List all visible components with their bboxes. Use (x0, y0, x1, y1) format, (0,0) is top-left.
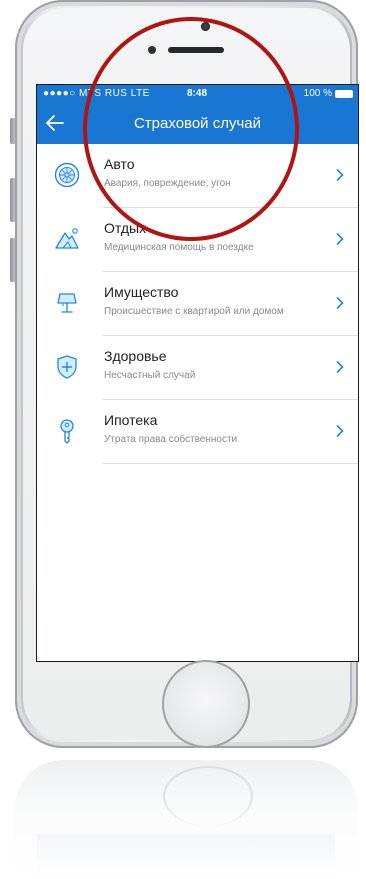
lamp-icon (57, 293, 77, 313)
chevron-right-icon (336, 425, 344, 437)
navigation-bar: Страховой случай (37, 103, 358, 144)
item-title: Здоровье (104, 348, 167, 364)
insurance-category-list: Авто Авария, повреждение, угон Отдых Мед… (37, 144, 358, 464)
item-title: Имущество (104, 284, 179, 300)
list-item-mortgage[interactable]: Ипотека Утрата права собственности (37, 400, 358, 464)
list-item-health[interactable]: Здоровье Несчастный случай (37, 336, 358, 400)
list-item-travel[interactable]: Отдых Медицинская помощь в поездке (37, 208, 358, 272)
front-camera (201, 22, 210, 31)
earpiece-speaker (168, 47, 224, 53)
app-screen: ●●●●○ MTS RUS LTE 8:48 100 % Страховой с… (36, 84, 359, 662)
carrier-signal: ●●●●○ MTS RUS LTE (43, 88, 150, 99)
mountain-icon (55, 228, 79, 249)
item-subtitle: Авария, повреждение, угон (104, 178, 231, 189)
list-item-property[interactable]: Имущество Происшествие с квартирой или д… (37, 272, 358, 336)
chevron-right-icon (336, 361, 344, 373)
car-wheel-icon (54, 162, 80, 188)
reflection-screen (37, 834, 335, 879)
phone-reflection (15, 760, 358, 879)
battery-percent: 100 % (303, 88, 332, 99)
chevron-right-icon (336, 233, 344, 245)
item-subtitle: Медицинская помощь в поездке (104, 242, 254, 253)
page-title: Страховой случай (133, 115, 262, 132)
shield-plus-icon (57, 355, 77, 379)
key-icon (60, 419, 74, 444)
item-title: Авто (104, 156, 135, 172)
item-title: Ипотека (104, 412, 158, 428)
item-subtitle: Утрата права собственности (104, 434, 238, 445)
item-subtitle: Несчастный случай (104, 370, 196, 381)
chevron-right-icon (336, 169, 344, 181)
list-item-auto[interactable]: Авто Авария, повреждение, угон (37, 144, 358, 208)
device-mockup: ●●●●○ MTS RUS LTE 8:48 100 % Страховой с… (0, 0, 366, 879)
home-button[interactable] (162, 660, 250, 748)
reflection-home-button (163, 766, 253, 826)
status-time: 8:48 (187, 88, 208, 99)
item-title: Отдых (104, 220, 147, 236)
status-bar: ●●●●○ MTS RUS LTE 8:48 100 % (37, 85, 358, 103)
battery-icon (335, 90, 353, 98)
item-subtitle: Происшествие с квартирой или домом (104, 306, 284, 317)
proximity-sensor (148, 46, 156, 54)
chevron-right-icon (336, 297, 344, 309)
